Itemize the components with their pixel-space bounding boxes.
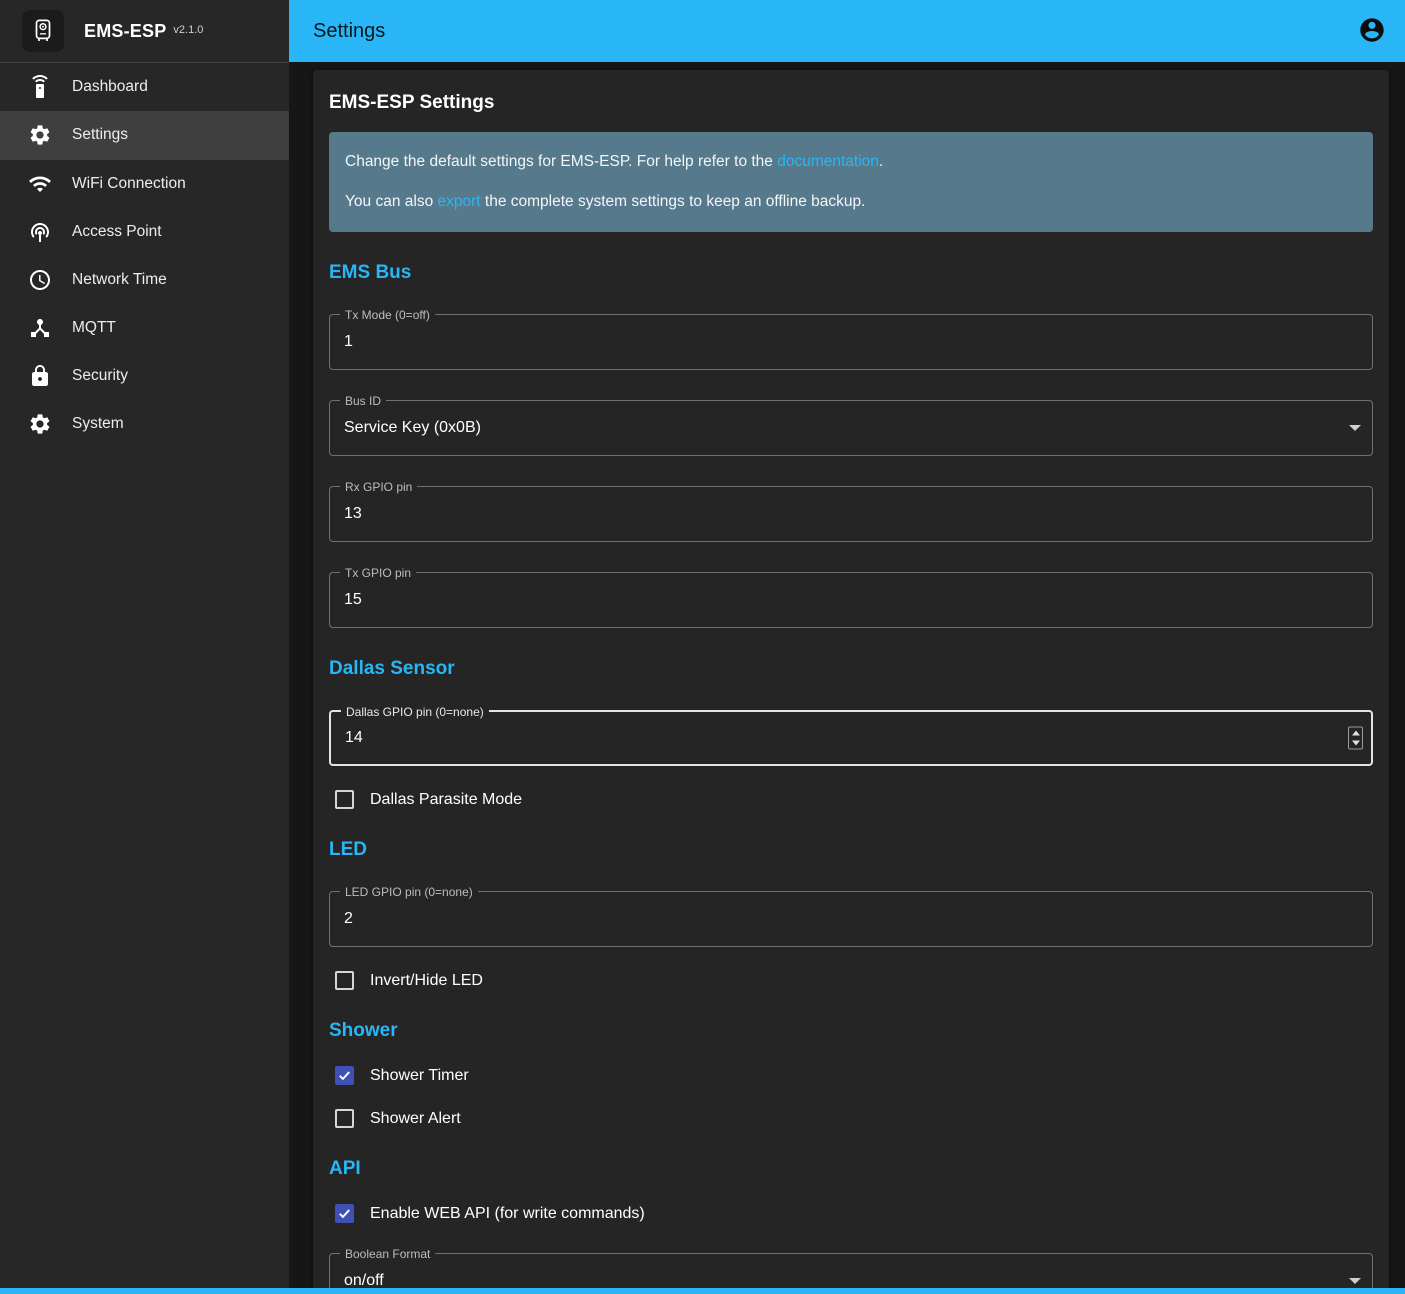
bus-id-select[interactable]: Bus ID Service Key (0x0B)	[329, 400, 1373, 456]
info-line-1: Change the default settings for EMS-ESP.…	[345, 152, 1357, 172]
sidebar-item-network-time[interactable]: Network Time	[0, 256, 289, 304]
checkbox-label: Shower Alert	[370, 1110, 461, 1128]
sidebar-item-security[interactable]: Security	[0, 352, 289, 400]
info-text: You can also	[345, 193, 438, 210]
tx-mode-label: Tx Mode (0=off)	[340, 307, 435, 323]
sidebar-item-label: WiFi Connection	[72, 175, 186, 193]
section-api: API	[329, 1158, 1373, 1180]
checkbox-icon	[335, 1204, 354, 1223]
wifi-icon	[28, 172, 52, 196]
checkbox-icon	[335, 971, 354, 990]
dropdown-arrow-icon	[1349, 1278, 1361, 1284]
tx-mode-field: Tx Mode (0=off)	[329, 314, 1373, 370]
account-circle-icon[interactable]	[1357, 16, 1387, 46]
sidebar-item-label: MQTT	[72, 319, 116, 337]
section-led: LED	[329, 839, 1373, 861]
app-name: EMS-ESP	[84, 21, 166, 42]
checkbox-label: Shower Timer	[370, 1067, 469, 1085]
rx-gpio-label: Rx GPIO pin	[340, 479, 417, 495]
sidebar-item-settings[interactable]: Settings	[0, 111, 289, 159]
sidebar-item-label: Security	[72, 367, 128, 385]
dropdown-arrow-icon	[1349, 425, 1361, 431]
sidebar-item-system[interactable]: System	[0, 400, 289, 448]
content-area: EMS-ESP Settings Change the default sett…	[289, 62, 1405, 1294]
sidebar-item-label: Settings	[72, 126, 128, 144]
info-text: the complete system settings to keep an …	[481, 193, 866, 210]
sidebar-item-label: System	[72, 415, 124, 433]
checkbox-icon	[335, 1066, 354, 1085]
sidebar-header: EMS-ESP v2.1.0	[0, 0, 289, 62]
led-gpio-field: LED GPIO pin (0=none)	[329, 891, 1373, 947]
checkbox-label: Dallas Parasite Mode	[370, 791, 522, 809]
led-gpio-label: LED GPIO pin (0=none)	[340, 884, 478, 900]
sidebar-item-wifi-connection[interactable]: WiFi Connection	[0, 160, 289, 208]
sidebar-item-label: Dashboard	[72, 78, 148, 96]
section-ems-bus: EMS Bus	[329, 262, 1373, 284]
wifi-tethering-icon	[28, 220, 52, 244]
checkbox-icon	[335, 790, 354, 809]
checkbox-icon	[335, 1109, 354, 1128]
remote-device-icon	[28, 75, 52, 99]
led-gpio-input[interactable]	[330, 892, 1372, 946]
info-line-2: You can also export the complete system …	[345, 192, 1357, 212]
sidebar: EMS-ESP v2.1.0 Dashboard Settings	[0, 0, 289, 1294]
main-column: Settings EMS-ESP Settings Change the def…	[289, 0, 1405, 1294]
info-text: Change the default settings for EMS-ESP.…	[345, 153, 777, 170]
app-version: v2.1.0	[173, 24, 203, 36]
device-hub-icon	[28, 316, 52, 340]
sidebar-item-mqtt[interactable]: MQTT	[0, 304, 289, 352]
sidebar-nav: Dashboard Settings WiFi Connection A	[0, 63, 289, 448]
section-shower: Shower	[329, 1020, 1373, 1042]
page-title: Settings	[313, 20, 385, 43]
tx-gpio-label: Tx GPIO pin	[340, 565, 416, 581]
section-dallas-sensor: Dallas Sensor	[329, 658, 1373, 680]
sidebar-item-access-point[interactable]: Access Point	[0, 208, 289, 256]
info-text: .	[879, 153, 883, 170]
info-box: Change the default settings for EMS-ESP.…	[329, 132, 1373, 232]
bottom-accent-bar	[0, 1288, 1405, 1294]
app-logo-icon	[22, 10, 64, 52]
number-spinner[interactable]	[1348, 727, 1363, 750]
gear-icon	[28, 123, 52, 147]
documentation-link[interactable]: documentation	[777, 153, 879, 170]
spinner-up-icon[interactable]	[1349, 728, 1362, 739]
shower-alert-checkbox[interactable]: Shower Alert	[329, 1109, 1373, 1128]
clock-icon	[28, 268, 52, 292]
boolean-format-label: Boolean Format	[340, 1246, 435, 1262]
sidebar-item-dashboard[interactable]: Dashboard	[0, 63, 289, 111]
tx-gpio-input[interactable]	[330, 573, 1372, 627]
checkbox-label: Invert/Hide LED	[370, 972, 483, 990]
bus-id-value: Service Key (0x0B)	[330, 401, 1372, 455]
tx-mode-input[interactable]	[330, 315, 1372, 369]
bus-id-label: Bus ID	[340, 393, 386, 409]
tx-gpio-field: Tx GPIO pin	[329, 572, 1373, 628]
invert-led-checkbox[interactable]: Invert/Hide LED	[329, 971, 1373, 990]
settings-card: EMS-ESP Settings Change the default sett…	[313, 70, 1389, 1294]
dallas-parasite-checkbox[interactable]: Dallas Parasite Mode	[329, 790, 1373, 809]
appbar: Settings	[289, 0, 1405, 62]
shower-timer-checkbox[interactable]: Shower Timer	[329, 1066, 1373, 1085]
checkbox-label: Enable WEB API (for write commands)	[370, 1205, 645, 1223]
sidebar-item-label: Access Point	[72, 223, 162, 241]
rx-gpio-field: Rx GPIO pin	[329, 486, 1373, 542]
spinner-down-icon[interactable]	[1349, 738, 1362, 749]
lock-icon	[28, 364, 52, 388]
gear-icon	[28, 412, 52, 436]
enable-web-api-checkbox[interactable]: Enable WEB API (for write commands)	[329, 1204, 1373, 1223]
dallas-gpio-field: Dallas GPIO pin (0=none)	[329, 710, 1373, 766]
card-title: EMS-ESP Settings	[329, 92, 1373, 114]
app-root: EMS-ESP v2.1.0 Dashboard Settings	[0, 0, 1405, 1294]
dallas-gpio-label: Dallas GPIO pin (0=none)	[341, 704, 489, 720]
sidebar-item-label: Network Time	[72, 271, 167, 289]
rx-gpio-input[interactable]	[330, 487, 1372, 541]
export-link[interactable]: export	[438, 193, 481, 210]
